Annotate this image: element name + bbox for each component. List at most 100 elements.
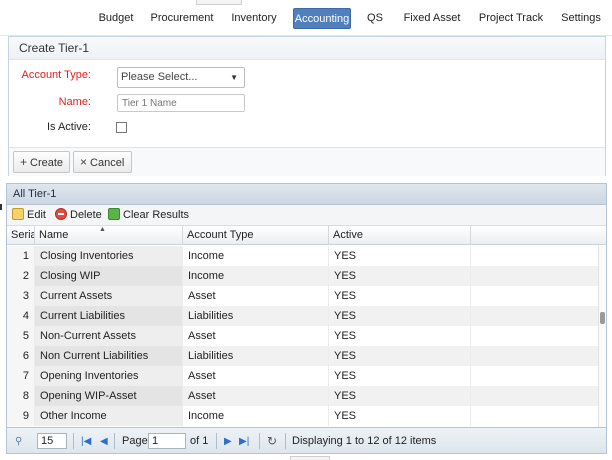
pager-separator [216, 433, 217, 449]
table-row[interactable]: 8 Opening WIP-Asset Asset YES [7, 386, 606, 406]
cell-name: Opening WIP-Asset [35, 386, 183, 406]
cell-account-type: Asset [183, 286, 329, 306]
table-row[interactable]: 6 Non Current Liabilities Liabilities YES [7, 346, 606, 366]
cell-filler [471, 406, 600, 426]
vertical-scrollbar[interactable] [598, 246, 606, 427]
cell-account-type: Asset [183, 326, 329, 346]
tier1-grid-panel: All Tier-1 Edit Delete Clear Results Ser… [6, 183, 607, 454]
cell-serial: 7 [7, 366, 35, 386]
delete-button[interactable]: Delete [55, 207, 102, 224]
name-label: Name: [58, 96, 91, 108]
page-count-label: of 1 [190, 435, 209, 447]
grid-pager: ⚲ 15 |◀ ◀ Page 1 of 1 ▶ ▶| ↻ Displaying … [7, 427, 606, 453]
delete-label: Delete [70, 209, 102, 221]
create-button[interactable]: + Create [13, 151, 70, 173]
cell-name: Opening Inventories [35, 366, 183, 386]
table-row[interactable]: 7 Opening Inventories Asset YES [7, 366, 606, 386]
cell-filler [471, 366, 600, 386]
column-header-name[interactable]: ▲ Name [35, 226, 183, 245]
nav-inventory[interactable]: Inventory [229, 8, 279, 29]
pager-separator [73, 433, 74, 449]
cell-active: YES [329, 246, 471, 266]
cell-active: YES [329, 346, 471, 366]
account-type-select[interactable]: Please Select... ▼ [117, 67, 245, 88]
clear-results-button[interactable]: Clear Results [108, 207, 189, 224]
first-page-icon[interactable]: |◀ [81, 428, 91, 453]
sort-indicator-icon: ▲ [99, 226, 106, 233]
refresh-icon[interactable]: ↻ [267, 428, 277, 453]
cell-name: Closing Inventories [35, 246, 183, 266]
close-icon: × [80, 155, 88, 169]
cell-name: Other Income [35, 406, 183, 426]
table-row[interactable]: 3 Current Assets Asset YES [7, 286, 606, 306]
top-collapse-handle[interactable] [196, 0, 242, 5]
clear-results-label: Clear Results [123, 209, 190, 221]
cell-serial: 8 [7, 386, 35, 406]
cell-filler [471, 306, 600, 326]
edit-icon [12, 208, 24, 220]
account-type-label: Account Type: [21, 69, 91, 81]
plus-icon: + [20, 155, 28, 169]
bottom-collapse-handle[interactable] [290, 456, 330, 460]
column-header-serial[interactable]: Serial [7, 226, 35, 245]
page-size-input[interactable]: 15 [37, 433, 67, 449]
create-button-label: Create [30, 157, 64, 169]
nav-accounting[interactable]: Accounting [293, 8, 351, 29]
name-input[interactable] [117, 94, 245, 112]
page-label: Page [122, 435, 148, 447]
is-active-label: Is Active: [46, 121, 91, 133]
nav-fixed-asset[interactable]: Fixed Asset [402, 8, 462, 29]
cell-name: Closing WIP [35, 266, 183, 286]
table-row[interactable]: 2 Closing WIP Income YES [7, 266, 606, 286]
table-row[interactable]: 5 Non-Current Assets Asset YES [7, 326, 606, 346]
cell-filler [471, 246, 600, 266]
nav-project-track[interactable]: Project Track [477, 8, 545, 29]
cell-filler [471, 346, 600, 366]
splitter-marker [0, 204, 2, 210]
cell-serial: 5 [7, 326, 35, 346]
pager-separator [114, 433, 115, 449]
column-header-name-label: Name [39, 229, 69, 241]
account-type-value: Please Select... [121, 71, 198, 83]
cell-account-type: Asset [183, 366, 329, 386]
cell-account-type: Income [183, 266, 329, 286]
search-icon[interactable]: ⚲ [15, 428, 22, 453]
column-header-account-type[interactable]: Account Type [183, 226, 329, 245]
cell-filler [471, 386, 600, 406]
edit-button[interactable]: Edit [12, 207, 46, 224]
chevron-down-icon: ▼ [230, 73, 238, 82]
next-page-icon[interactable]: ▶ [224, 428, 232, 453]
pager-separator [259, 433, 260, 449]
last-page-icon[interactable]: ▶| [239, 428, 249, 453]
create-tier1-panel: Create Tier-1 Account Type: Please Selec… [8, 36, 606, 176]
cell-serial: 2 [7, 266, 35, 286]
column-header-active[interactable]: Active [329, 226, 471, 245]
delete-icon [55, 208, 67, 220]
scrollbar-thumb[interactable] [600, 312, 605, 324]
cancel-button[interactable]: × Cancel [73, 151, 132, 173]
cell-serial: 4 [7, 306, 35, 326]
page-number-input[interactable]: 1 [148, 433, 186, 449]
nav-procurement[interactable]: Procurement [149, 8, 215, 29]
cell-filler [471, 286, 600, 306]
cell-account-type: Liabilities [183, 306, 329, 326]
table-row[interactable]: 1 Closing Inventories Income YES [7, 246, 606, 266]
table-row[interactable]: 4 Current Liabilities Liabilities YES [7, 306, 606, 326]
is-active-checkbox[interactable] [116, 122, 127, 133]
prev-page-icon[interactable]: ◀ [100, 428, 108, 453]
panel-title: Create Tier-1 [9, 37, 605, 60]
nav-qs[interactable]: QS [364, 8, 386, 29]
top-nav: Budget Procurement Inventory Accounting … [0, 0, 612, 36]
refresh-icon [108, 208, 120, 220]
nav-settings[interactable]: Settings [559, 8, 603, 29]
nav-budget[interactable]: Budget [96, 8, 136, 29]
table-row[interactable]: 9 Other Income Income YES [7, 406, 606, 426]
grid-title: All Tier-1 [7, 184, 606, 205]
cell-name: Non Current Liabilities [35, 346, 183, 366]
cancel-button-label: Cancel [90, 157, 125, 169]
cell-serial: 3 [7, 286, 35, 306]
edit-label: Edit [27, 209, 46, 221]
grid-body: 1 Closing Inventories Income YES 2 Closing WI… [7, 246, 606, 426]
form-button-bar: + Create × Cancel [9, 147, 605, 176]
cell-filler [471, 326, 600, 346]
